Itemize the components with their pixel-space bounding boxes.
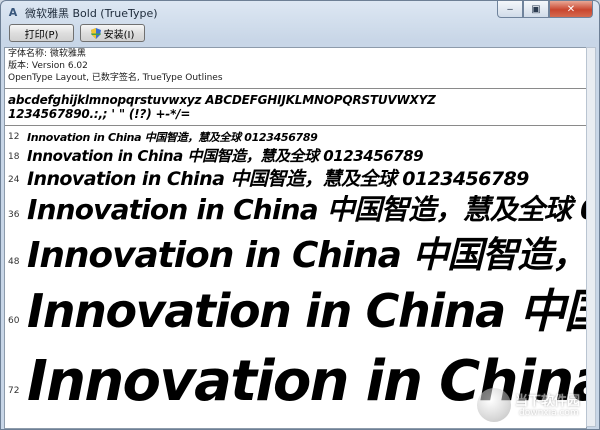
font-name-line: 字体名称: 微软雅黑 — [8, 49, 86, 59]
close-button[interactable]: ✕ — [549, 1, 593, 18]
sample-text: Innovation in China 中国智造，慧及全球 0123456789 — [27, 168, 529, 190]
glyph-preview-symbols: 1234567890.:,; ' " (!?) +-*/= — [8, 107, 191, 121]
watermark-brand: 当下软件园 — [515, 394, 581, 409]
font-features-line: OpenType Layout, 已数字签名, TrueType Outline… — [8, 73, 223, 83]
sample-text: Innovation in China 中国智造，慧及全球 0123456789 — [27, 235, 587, 276]
glyph-preview-letters: abcdefghijklmnopqrstuvwxyz ABCDEFGHIJKLM… — [8, 93, 436, 107]
uac-shield-icon — [90, 27, 101, 39]
window-title: 微软雅黑 Bold (TrueType) — [25, 7, 158, 20]
title-bar[interactable]: A 微软雅黑 Bold (TrueType) ‒ ▣ ✕ — [1, 1, 599, 23]
size-label: 72 — [8, 386, 20, 396]
toolbar: 打印(P) 安装(I) — [5, 24, 599, 46]
font-app-icon: A — [8, 5, 18, 19]
print-button-label: 打印(P) — [24, 29, 59, 41]
font-version-line: 版本: Version 6.02 — [8, 61, 88, 71]
window-controls: ‒ ▣ ✕ — [497, 1, 593, 18]
print-button[interactable]: 打印(P) — [9, 24, 74, 42]
size-label: 24 — [8, 175, 20, 185]
size-label: 36 — [8, 210, 20, 220]
size-label: 48 — [8, 257, 20, 267]
watermark-url: downxia.com — [519, 408, 579, 418]
install-button-label: 安装(I) — [103, 29, 135, 41]
watermark-logo-icon — [477, 388, 511, 422]
sample-text: Innovation in China 中国智造，慧及全球 0123456789 — [27, 147, 424, 165]
glyph-preview: abcdefghijklmnopqrstuvwxyz ABCDEFGHIJKLM… — [8, 93, 436, 121]
maximize-button[interactable]: ▣ — [523, 1, 549, 18]
divider — [5, 88, 586, 89]
font-info: 字体名称: 微软雅黑 版本: Version 6.02 OpenType Lay… — [8, 48, 223, 84]
size-label: 60 — [8, 316, 20, 326]
divider — [5, 125, 586, 126]
watermark: 当下软件园 downxia.com — [471, 386, 591, 426]
install-button[interactable]: 安装(I) — [80, 24, 145, 42]
minimize-button[interactable]: ‒ — [497, 1, 523, 18]
font-viewer-window: A 微软雅黑 Bold (TrueType) ‒ ▣ ✕ 打印(P) 安装(I)… — [0, 0, 600, 430]
size-label: 12 — [8, 132, 20, 142]
sample-text: Innovation in China 中国智造，慧及全球 0123456789 — [27, 193, 586, 226]
size-label: 18 — [8, 152, 20, 162]
vertical-scrollbar[interactable] — [586, 47, 596, 427]
sample-text: Innovation in China 中国智造，慧及全球 0123456789 — [27, 284, 586, 338]
sample-text: Innovation in China 中国智造，慧及全球 0123456789 — [27, 131, 318, 144]
font-preview-pane: 字体名称: 微软雅黑 版本: Version 6.02 OpenType Lay… — [4, 47, 587, 429]
